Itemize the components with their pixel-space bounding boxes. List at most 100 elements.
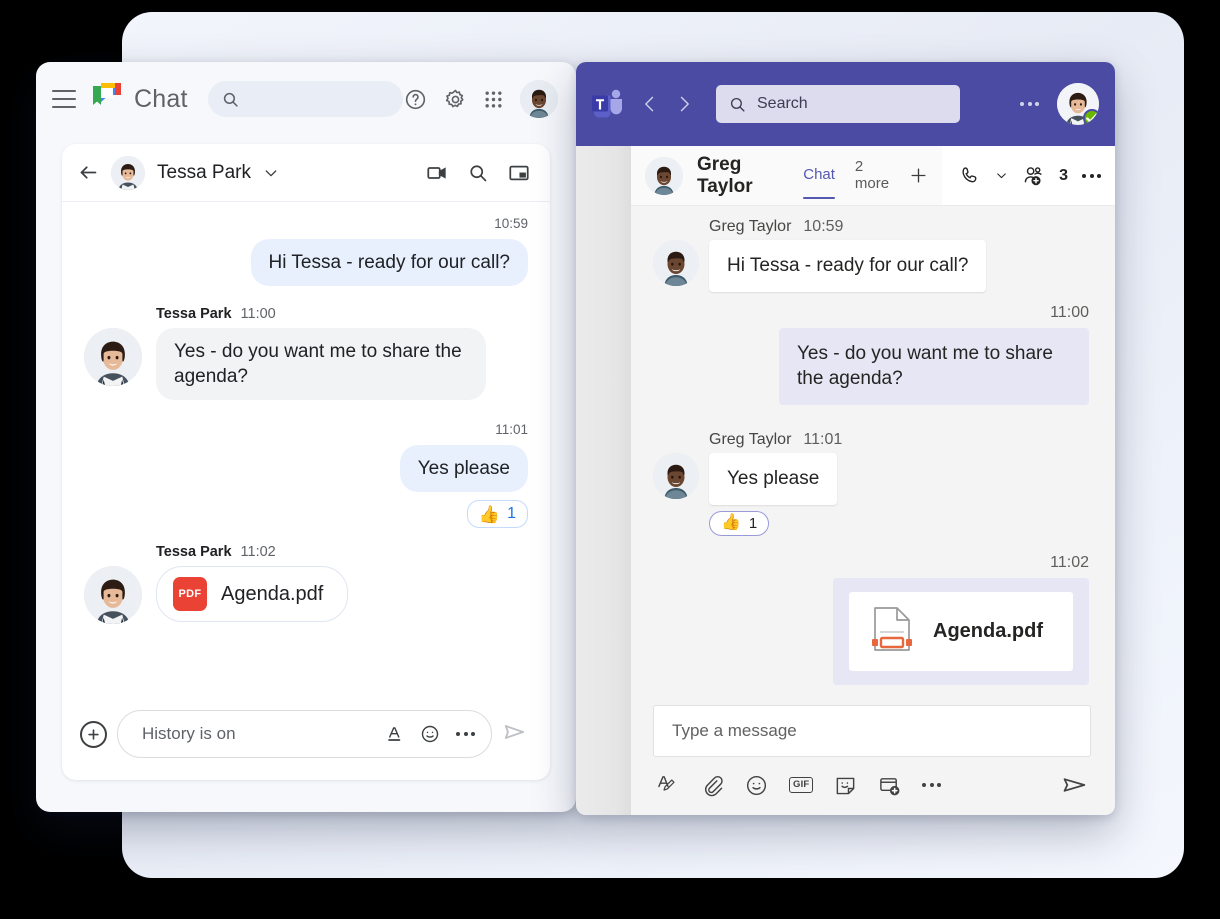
chat-avatar (645, 156, 683, 195)
google-chat-topbar-actions (404, 80, 558, 118)
conversation-avatar (111, 155, 145, 190)
back-chevron-icon[interactable] (640, 94, 660, 114)
teams-main: Greg Taylor Chat 2 more 3 Greg Taylor 10… (631, 146, 1115, 815)
avatar (653, 452, 699, 499)
message-row: Yes please 👍 1 (84, 445, 528, 529)
send-icon[interactable] (1061, 771, 1089, 799)
reaction-count: 1 (748, 514, 758, 532)
file-name: Agenda.pdf (221, 582, 324, 605)
back-arrow-icon[interactable] (78, 162, 99, 183)
message-bubble[interactable]: Hi Tessa - ready for our call? (709, 240, 987, 292)
file-attachment[interactable]: PDF Agenda.pdf (156, 566, 349, 623)
message-sender: Greg Taylor (709, 218, 792, 235)
conversation-title: Tessa Park (157, 161, 251, 183)
video-call-icon[interactable] (426, 162, 448, 184)
message-row: Hi Tessa - ready for our call? (653, 240, 1089, 292)
chevron-down-icon[interactable] (263, 165, 279, 181)
thumbs-up-icon: 👍 (721, 514, 741, 532)
attach-icon[interactable] (701, 774, 724, 797)
microsoft-teams-logo (590, 87, 624, 121)
message-input[interactable]: History is on (117, 710, 492, 758)
teams-nav (640, 94, 694, 114)
chevron-down-icon[interactable] (995, 169, 1008, 182)
file-attachment-inner: Agenda.pdf (849, 591, 1073, 671)
gear-icon[interactable] (444, 88, 467, 111)
message-row: Yes please (653, 452, 1089, 505)
format-icon[interactable] (657, 774, 680, 797)
tab-chat[interactable]: Chat (803, 166, 835, 199)
teams-body: Greg Taylor Chat 2 more 3 Greg Taylor 10… (576, 146, 1115, 815)
message-bubble[interactable]: Yes please (399, 445, 528, 493)
more-options-icon[interactable] (922, 783, 942, 787)
message-bubble[interactable]: Yes - do you want me to share the agenda… (779, 327, 1089, 405)
message-timestamp: 11:02 (240, 544, 276, 561)
message-bubble[interactable]: Yes please (709, 452, 838, 505)
text-format-icon[interactable] (386, 725, 404, 743)
hamburger-icon[interactable] (52, 90, 76, 108)
more-options-icon[interactable] (1082, 173, 1101, 178)
microsoft-teams-window: Search Greg Taylor Chat 2 more 3 Greg Ta… (576, 62, 1115, 815)
search-input[interactable]: Search (716, 85, 960, 123)
message-input[interactable]: Type a message (653, 705, 1091, 757)
message-sender: Tessa Park (156, 544, 232, 561)
google-chat-logo (90, 82, 124, 116)
pdf-file-icon: PDF (173, 577, 207, 612)
message-row: Tessa Park 11:00 Yes - do you want me to … (84, 306, 528, 401)
screenshot-stage: Chat Tessa Park 10:59 Hi Tessa - ready f… (0, 0, 1220, 919)
message-timestamp: 10:59 (803, 218, 844, 235)
apps-grid-icon[interactable] (484, 90, 503, 109)
giphy-icon[interactable]: GIF (789, 777, 814, 793)
message-row: Agenda.pdf (653, 577, 1089, 685)
account-avatar[interactable] (1057, 83, 1099, 125)
emoji-icon[interactable] (745, 774, 768, 797)
google-chat-window: Chat Tessa Park 10:59 Hi Tessa - ready f… (36, 62, 576, 812)
search-input[interactable] (207, 81, 403, 117)
message-meta: Greg Taylor 11:01 (653, 431, 1089, 449)
chat-header-actions: 3 (942, 146, 1115, 205)
file-attachment[interactable]: Agenda.pdf (833, 577, 1089, 685)
picture-in-picture-icon[interactable] (508, 162, 530, 184)
message-timestamp: 11:01 (803, 430, 843, 448)
sticker-icon[interactable] (834, 774, 857, 797)
teams-topbar: Search (576, 62, 1115, 146)
send-icon[interactable] (502, 719, 528, 750)
chat-header: Greg Taylor Chat 2 more 3 (631, 146, 1115, 206)
message-input-placeholder: Type a message (672, 721, 797, 740)
message-timestamp: 11:01 (495, 422, 528, 438)
plus-icon[interactable] (80, 720, 107, 748)
message-meta: Tessa Park 11:02 (156, 544, 348, 560)
message-composer: Type a message GIF (631, 705, 1115, 815)
chat-title: Greg Taylor (697, 153, 753, 197)
thumbs-up-icon: 👍 (478, 504, 501, 524)
add-tab-icon[interactable] (909, 166, 928, 185)
message-sender: Greg Taylor (709, 430, 792, 448)
search-icon[interactable] (468, 163, 488, 183)
composer-toolbar: GIF (653, 757, 1091, 799)
add-people-icon[interactable] (1022, 164, 1045, 187)
message-timestamp: 10:59 (494, 216, 528, 231)
message-timestamp: 11:00 (1050, 303, 1089, 321)
reaction-chip[interactable]: 👍 1 (709, 510, 770, 536)
more-options-icon[interactable] (1020, 102, 1039, 106)
search-input-placeholder: Search (757, 95, 808, 112)
google-chat-conversation-card: Tessa Park 10:59 Hi Tessa - ready for ou… (62, 144, 550, 780)
message-sender: Tessa Park (156, 306, 232, 323)
help-icon[interactable] (404, 88, 427, 111)
message-meta: Greg Taylor 10:59 (653, 218, 1089, 236)
message-bubble[interactable]: Yes - do you want me to share the agenda… (156, 328, 486, 401)
call-icon[interactable] (960, 165, 981, 186)
file-name: Agenda.pdf (933, 619, 1043, 642)
meet-now-icon[interactable] (878, 774, 901, 797)
reaction-chip[interactable]: 👍 1 (466, 500, 528, 529)
account-avatar[interactable] (520, 80, 558, 118)
tab-more[interactable]: 2 more (855, 158, 889, 194)
chat-tabs: Chat 2 more (803, 158, 928, 199)
participant-count: 3 (1059, 166, 1068, 184)
forward-chevron-icon[interactable] (674, 94, 694, 114)
emoji-icon[interactable] (420, 724, 440, 744)
more-options-icon[interactable] (456, 732, 475, 736)
message-thread: 10:59 Hi Tessa - ready for our call? Tes… (62, 202, 550, 700)
availability-status-badge (1083, 109, 1099, 125)
message-bubble[interactable]: Hi Tessa - ready for our call? (250, 239, 528, 287)
message-row: Hi Tessa - ready for our call? (84, 239, 528, 287)
